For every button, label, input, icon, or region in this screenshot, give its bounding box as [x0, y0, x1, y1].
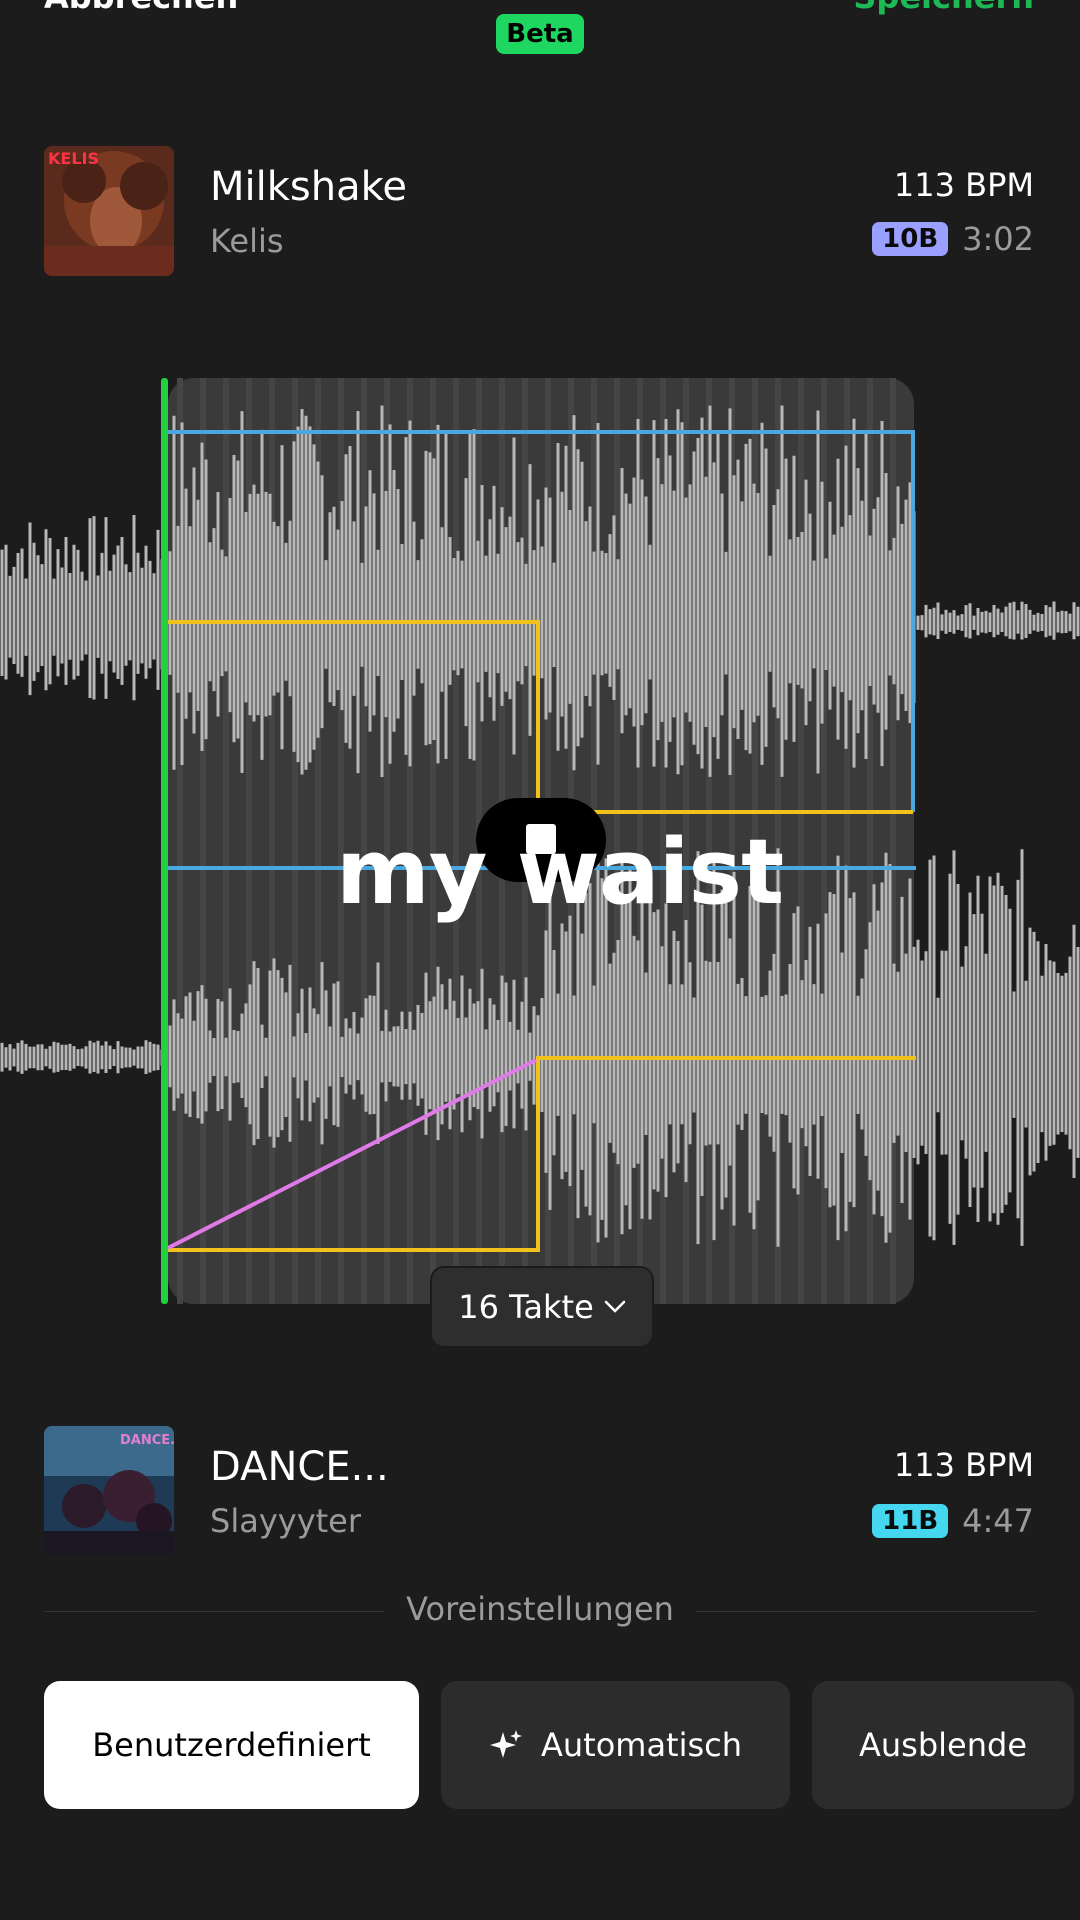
svg-text:DANCE...: DANCE...	[120, 1433, 174, 1448]
album-cover-top: KELIS	[44, 146, 174, 276]
cancel-button[interactable]: Abbrechen	[44, 0, 238, 16]
key-duration-bottom: 11B 4:47	[872, 1502, 1034, 1540]
bars-dropdown[interactable]: 16 Takte	[430, 1266, 654, 1348]
save-button[interactable]: Speichern	[853, 0, 1034, 16]
preset-custom-label: Benutzerdefiniert	[92, 1726, 371, 1764]
bars-label: 16 Takte	[458, 1288, 594, 1326]
track-artist-top: Kelis	[210, 222, 284, 260]
playhead[interactable]	[161, 378, 168, 1304]
svg-text:KELIS: KELIS	[48, 149, 99, 168]
bpm-bottom: 113 BPM	[893, 1446, 1034, 1484]
preset-custom[interactable]: Benutzerdefiniert	[44, 1681, 419, 1809]
preset-fadeout[interactable]: Ausblende	[812, 1681, 1074, 1809]
lyric-caption: my waist	[336, 820, 784, 925]
key-badge-bottom: 11B	[872, 1504, 949, 1538]
preset-automatic-label: Automatisch	[540, 1726, 743, 1764]
presets-heading: Voreinstellungen	[406, 1590, 674, 1628]
track-artist-bottom: Slayyyter	[210, 1502, 362, 1540]
key-duration-top: 10B 3:02	[872, 220, 1034, 258]
chevron-down-icon	[604, 1300, 625, 1313]
preset-fadeout-label: Ausblende	[858, 1726, 1027, 1764]
album-cover-bottom: DANCE...	[44, 1426, 174, 1556]
key-badge-top: 10B	[872, 222, 949, 256]
preset-automatic[interactable]: Automatisch	[441, 1681, 790, 1809]
beta-badge: Beta	[496, 14, 584, 54]
track-title-bottom: DANCE...	[210, 1444, 389, 1490]
track-title-top: Milkshake	[210, 164, 407, 210]
duration-top: 3:02	[962, 220, 1034, 258]
sparkle-icon	[489, 1730, 522, 1758]
duration-bottom: 4:47	[962, 1502, 1034, 1540]
bpm-top: 113 BPM	[893, 166, 1034, 204]
